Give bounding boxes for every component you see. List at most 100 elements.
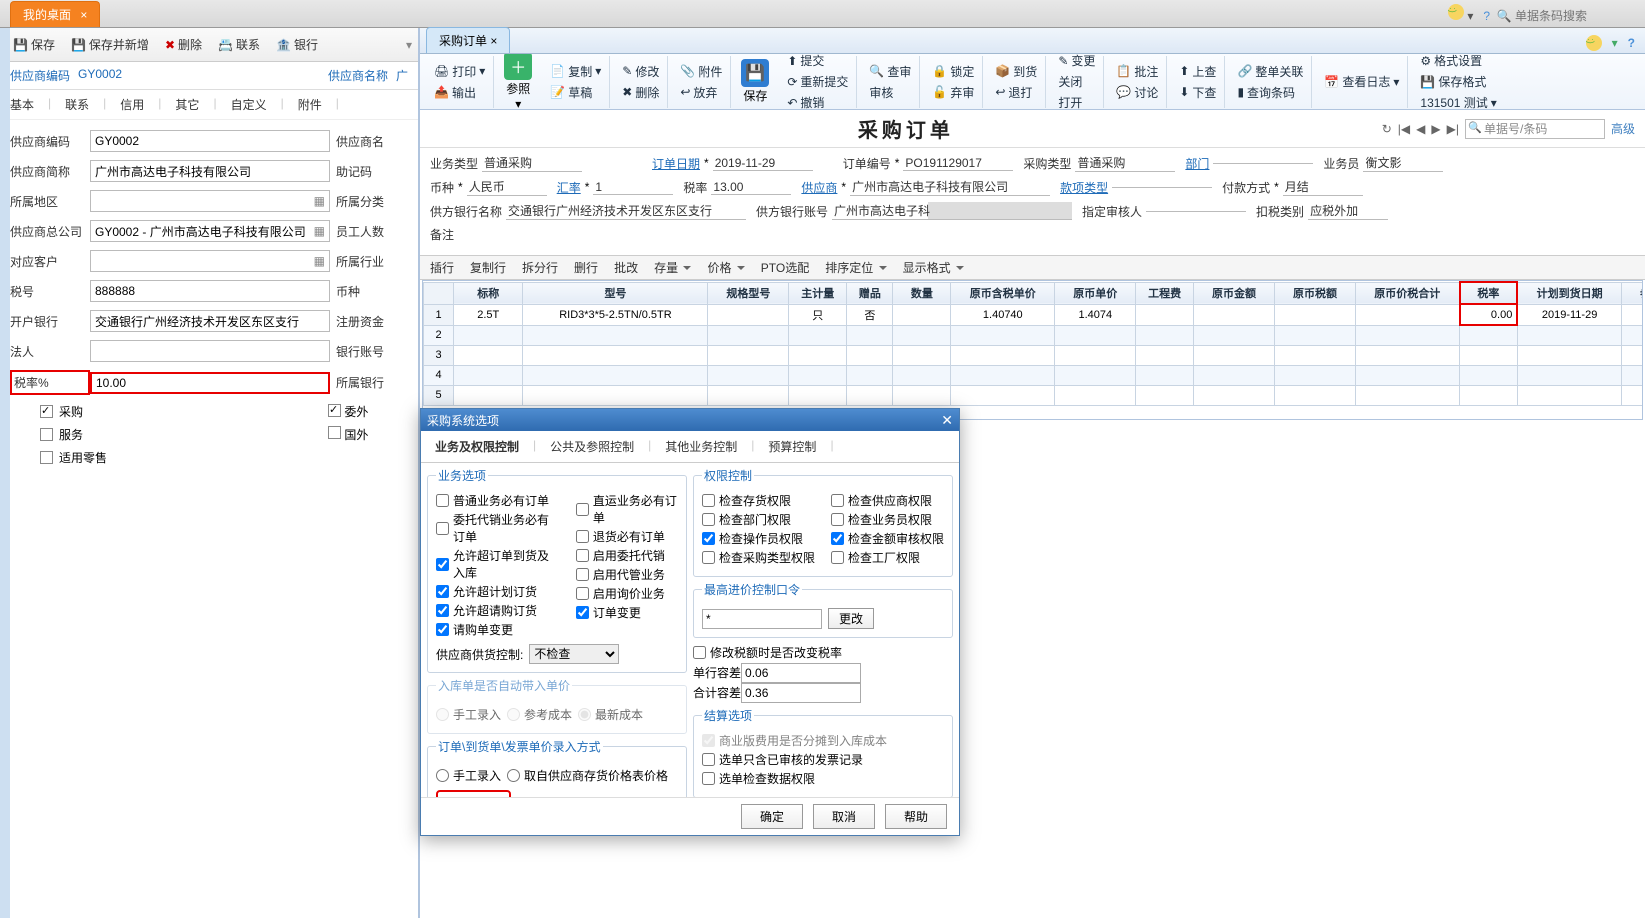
opt-普通业务必有订单[interactable]: 普通业务必有订单	[436, 492, 560, 509]
table-row[interactable]: 3	[424, 345, 1644, 365]
hl-dept[interactable]: 部门	[1185, 155, 1209, 172]
hv-ptype[interactable]: 普通采购	[1075, 154, 1175, 172]
toolbar-save-new[interactable]: 💾 保存并新增	[64, 32, 156, 57]
col-price[interactable]: 原币单价	[1055, 282, 1136, 304]
rbn-change[interactable]: ✎ 变更	[1054, 54, 1099, 70]
rbn-discuss[interactable]: 💬 讨论	[1112, 83, 1162, 102]
col-total[interactable]: 原币价税合计	[1355, 282, 1459, 304]
table-row[interactable]: 4	[424, 365, 1644, 385]
rbn-abandon[interactable]: ↩ 放弃	[676, 83, 726, 102]
doc-search[interactable]: 单据号/条码	[1465, 119, 1605, 139]
rbn-downcheck[interactable]: ⬇ 下查	[1175, 83, 1220, 102]
rbn-open[interactable]: 打开	[1054, 93, 1099, 110]
chk-outsource[interactable]	[328, 404, 341, 417]
settle3[interactable]	[702, 772, 715, 785]
hv-clerk[interactable]: 衡文影	[1363, 154, 1443, 172]
tab-po[interactable]: 采购订单 ×	[426, 27, 510, 53]
rbn-close[interactable]: 关闭	[1054, 72, 1099, 91]
input-taxno[interactable]: 888888	[90, 280, 330, 302]
hl-rate[interactable]: 汇率	[557, 179, 581, 196]
nav-next[interactable]: ▶	[1431, 122, 1440, 136]
maxprice-btn[interactable]: 更改	[828, 608, 874, 629]
toolbar-bank[interactable]: 🏦 银行	[269, 32, 325, 57]
input-supcode[interactable]: GY0002	[90, 130, 330, 152]
rbn-fmt[interactable]: ⚙ 格式设置	[1416, 54, 1500, 70]
gt-copyrow[interactable]: 复制行	[470, 259, 506, 276]
rbn-barcode[interactable]: ▮ 查询条码	[1233, 83, 1307, 102]
dlg-tab-1[interactable]: 公共及参照控制	[542, 435, 642, 458]
hv-paymode[interactable]: 月结	[1283, 178, 1363, 196]
doc-adv[interactable]: 高级	[1611, 120, 1635, 137]
gt-pto[interactable]: PTO选配	[761, 259, 809, 276]
gt-split[interactable]: 拆分行	[522, 259, 558, 276]
opt-检查操作员权限[interactable]: 检查操作员权限	[702, 530, 815, 547]
gt-dispfmt[interactable]: 显示格式	[903, 259, 964, 276]
tol1-input[interactable]	[741, 663, 861, 683]
input-short[interactable]: 广州市高达电子科技有限公司	[90, 160, 330, 182]
opt-检查采购类型权限[interactable]: 检查采购类型权限	[702, 549, 815, 566]
hl-paytype[interactable]: 款项类型	[1060, 179, 1108, 196]
input-region[interactable]: ▦	[90, 190, 330, 212]
hv-sup[interactable]: 广州市高达电子科技有限公司	[850, 178, 1050, 196]
maxprice-input[interactable]	[702, 609, 822, 629]
gt-stock[interactable]: 存量	[654, 259, 691, 276]
col-amount[interactable]: 原币金额	[1194, 282, 1275, 304]
left-tab-attach[interactable]: 附件	[298, 96, 322, 113]
opt-检查金额审核权限[interactable]: 检查金额审核权限	[831, 530, 944, 547]
chk-retail[interactable]	[40, 451, 53, 464]
col-rate[interactable]: 税率	[1460, 282, 1518, 304]
opt-直运业务必有订单[interactable]: 直运业务必有订单	[576, 492, 678, 526]
input-cust[interactable]: ▦	[90, 250, 330, 272]
opt-订单变更[interactable]: 订单变更	[576, 604, 678, 621]
chk-purchase[interactable]	[40, 405, 53, 418]
rbn-copy[interactable]: 📄 复制 ▾	[546, 62, 605, 81]
hv-dept[interactable]	[1213, 163, 1313, 164]
rbn-upcheck[interactable]: ⬆ 上查	[1175, 62, 1220, 81]
hv-code[interactable]: PO191129017	[903, 156, 1013, 171]
rbn-withdraw[interactable]: ↶ 撤销	[783, 93, 852, 110]
tol2-input[interactable]	[741, 683, 861, 703]
input-legal[interactable]	[90, 340, 330, 362]
opt-退货必有订单[interactable]: 退货必有订单	[576, 528, 678, 545]
left-tab-basic[interactable]: 基本	[10, 96, 34, 113]
rbn-arrive[interactable]: 📦 到货	[991, 62, 1041, 81]
gt-batch[interactable]: 批改	[614, 259, 638, 276]
rbn-return[interactable]: ↩ 退打	[991, 83, 1041, 102]
hv-supbank[interactable]: 交通银行广州经济技术开发区东区支行	[506, 202, 746, 220]
dlg-tab-2[interactable]: 其他业务控制	[657, 435, 745, 458]
rbn-edit[interactable]: ✎ 修改	[618, 62, 663, 81]
opt-检查部门权限[interactable]: 检查部门权限	[702, 511, 815, 528]
rbn-wholerel[interactable]: 🔗 整单关联	[1233, 62, 1307, 81]
opt-检查工厂权限[interactable]: 检查工厂权限	[831, 549, 944, 566]
left-toolbar-more[interactable]: ▾	[406, 38, 412, 52]
hv-supacct[interactable]: 广州市高达电子科	[832, 202, 1072, 220]
hl-sup[interactable]: 供应商	[801, 179, 837, 196]
col-unit[interactable]: 主计量	[789, 282, 847, 304]
pw-manual[interactable]	[436, 769, 449, 782]
col-taxprice[interactable]: 原币含税单价	[951, 282, 1055, 304]
opt-启用代管业务[interactable]: 启用代管业务	[576, 566, 678, 583]
rbn-submit[interactable]: ⬆ 提交	[783, 54, 852, 70]
col-qty[interactable]: 数量	[893, 282, 951, 304]
hv-rate[interactable]: 1	[593, 180, 673, 195]
nav-refresh[interactable]: ↻	[1382, 122, 1392, 136]
table-row[interactable]: 5	[424, 385, 1644, 405]
barcode-search-input[interactable]	[1515, 9, 1635, 23]
rbn-unlock[interactable]: 🔓 弃审	[928, 83, 978, 102]
nav-first[interactable]: |◀	[1398, 122, 1410, 136]
toolbar-delete[interactable]: ✖ 删除	[158, 32, 209, 57]
rbn-viewlog[interactable]: 📅 查看日志 ▾	[1320, 72, 1403, 91]
chk-service[interactable]	[40, 428, 53, 441]
dlg-close[interactable]: ✕	[941, 412, 953, 429]
rbn-fmtsel[interactable]: 131501 测试 ▾	[1416, 93, 1500, 110]
hv-tax[interactable]: 13.00	[711, 180, 791, 195]
left-tab-other[interactable]: 其它	[175, 96, 199, 113]
col-refcost[interactable]: 参考成本	[1621, 282, 1643, 304]
nav-last[interactable]: ▶|	[1447, 122, 1459, 136]
dlg-ok[interactable]: 确定	[741, 804, 803, 829]
rbn-draft[interactable]: 📝 草稿	[546, 83, 605, 102]
supctrl-select[interactable]: 不检查	[529, 644, 619, 664]
left-tab-custom[interactable]: 自定义	[231, 96, 267, 113]
rbn-print[interactable]: 🖨 打印 ▾	[430, 62, 489, 81]
chk-abroad[interactable]	[328, 426, 341, 439]
